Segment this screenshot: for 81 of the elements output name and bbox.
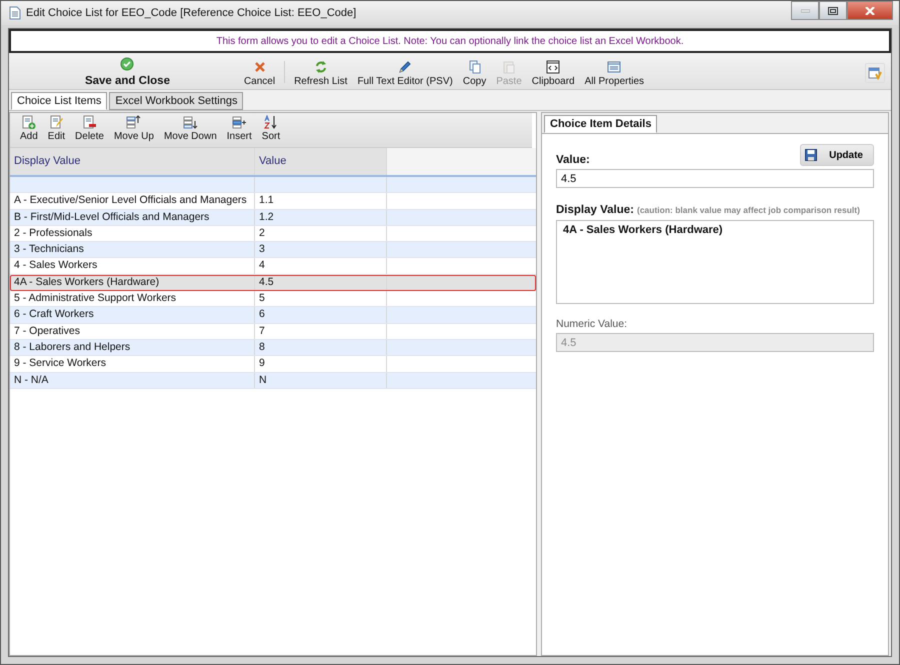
- table-cell: 5: [255, 291, 387, 306]
- sort-icon: [263, 115, 278, 129]
- table-cell: 2 - Professionals: [10, 226, 255, 242]
- toolbar-button[interactable]: Move Up: [110, 115, 158, 145]
- table-cell: N - N/A: [10, 372, 255, 388]
- close-button[interactable]: [847, 1, 893, 20]
- check-icon: [120, 57, 134, 71]
- table-cell: 9 - Service Workers: [10, 356, 255, 372]
- restore-icon: [828, 6, 838, 14]
- close-icon: [865, 6, 875, 14]
- numeric-value-field: 4.5: [556, 333, 874, 352]
- field-label: Value:: [556, 154, 590, 166]
- table-cell: 8: [255, 340, 387, 356]
- table-cell: 4 - Sales Workers: [10, 258, 255, 274]
- table-row[interactable]: 8 - Laborers and Helpers 8: [10, 340, 536, 356]
- caution-note: (caution: blank value may affect job comparison result): [636, 205, 860, 215]
- field-label: Display Value:: [556, 204, 634, 216]
- toolbar-button[interactable]: Insert: [222, 115, 256, 145]
- table-cell: 1.2: [255, 210, 387, 225]
- table-row[interactable]: B - First/Mid-Level Officials and Managers 1.2: [10, 210, 536, 226]
- toolbar-button[interactable]: Refresh List: [290, 60, 352, 87]
- table-cell: 3 - Technicians: [10, 242, 255, 258]
- display-value-field[interactable]: 4A - Sales Workers (Hardware): [556, 220, 874, 304]
- column-header[interactable]: Display Value: [10, 148, 255, 175]
- edit-list-icon: [48, 115, 64, 129]
- table-cell: 8 - Laborers and Helpers: [10, 340, 255, 356]
- table-cell: 7: [255, 324, 387, 339]
- table-row[interactable]: N - N/A N: [10, 372, 536, 389]
- toolbar-button[interactable]: Clipboard: [528, 60, 579, 87]
- table-cell: N: [255, 372, 387, 388]
- table-cell: 5 - Administrative Support Workers: [10, 291, 255, 306]
- minimize-icon: [800, 8, 810, 12]
- code-window-icon: [546, 60, 560, 74]
- refresh-icon: [314, 60, 328, 74]
- table-cell: 4.5: [255, 274, 387, 290]
- table-cell: B - First/Mid-Level Officials and Managers: [10, 210, 255, 225]
- table-cell: 9: [255, 356, 387, 372]
- table-cell: A - Executive/Senior Level Officials and Managers: [10, 193, 255, 209]
- table-row[interactable]: 6 - Craft Workers 6: [10, 307, 536, 324]
- tab[interactable]: Excel Workbook Settings: [109, 92, 244, 110]
- toolbar-button[interactable]: Move Down: [160, 115, 221, 145]
- table-cell: 1.1: [255, 193, 387, 209]
- pencil-icon: [398, 60, 412, 74]
- table-cell: 3: [255, 242, 387, 258]
- table-cell: 6: [255, 307, 387, 323]
- field-label: Numeric Value:: [556, 318, 628, 330]
- toolbar-button[interactable]: Cancel: [240, 60, 280, 87]
- window-title: Edit Choice List for EEO_Code [Reference Choice List: EEO_Code]: [26, 7, 356, 19]
- update-button[interactable]: Update: [800, 144, 874, 166]
- toolbar-button[interactable]: Add: [16, 115, 42, 145]
- move-up-icon: [126, 115, 142, 129]
- paste-icon: [502, 60, 516, 74]
- document-icon: [9, 6, 21, 20]
- table-cell: 4: [255, 258, 387, 274]
- copy-icon: [468, 60, 482, 74]
- table-row[interactable]: 3 - Technicians 3: [10, 242, 536, 258]
- maximize-button[interactable]: [819, 1, 847, 20]
- info-message: This form allows you to edit a Choice List. Note: You can optionally link the choice list an Excel Workbook.: [216, 36, 684, 46]
- table-cell: 4A - Sales Workers (Hardware): [10, 274, 255, 290]
- toolbar-button[interactable]: Copy: [458, 60, 490, 87]
- toolbar-button[interactable]: All Properties: [580, 60, 648, 87]
- toolbar-button[interactable]: Save and Close: [17, 56, 238, 87]
- value-field[interactable]: 4.5: [556, 169, 874, 188]
- table-cell: 7 - Operatives: [10, 324, 255, 339]
- tab[interactable]: Choice List Items: [11, 92, 108, 110]
- table-cell: 6 - Craft Workers: [10, 307, 255, 323]
- close-icon: [252, 60, 266, 74]
- table-cell: 2: [255, 226, 387, 242]
- delete-list-icon: [82, 115, 97, 129]
- selected-row[interactable]: 4A - Sales Workers (Hardware) 4.5: [10, 274, 536, 292]
- add-list-icon: [21, 115, 36, 129]
- tab[interactable]: Choice Item Details: [544, 115, 658, 133]
- toolbar-button[interactable]: Full Text Editor (PSV): [353, 60, 457, 87]
- calendar-button[interactable]: [865, 63, 885, 83]
- calendar-icon: [868, 66, 882, 80]
- toolbar-button[interactable]: Edit: [44, 115, 70, 145]
- move-down-icon: [182, 115, 198, 129]
- toolbar-button[interactable]: Delete: [71, 115, 108, 145]
- insert-row-icon: [232, 115, 247, 129]
- properties-icon: [607, 60, 622, 74]
- toolbar-button[interactable]: Sort: [258, 115, 284, 145]
